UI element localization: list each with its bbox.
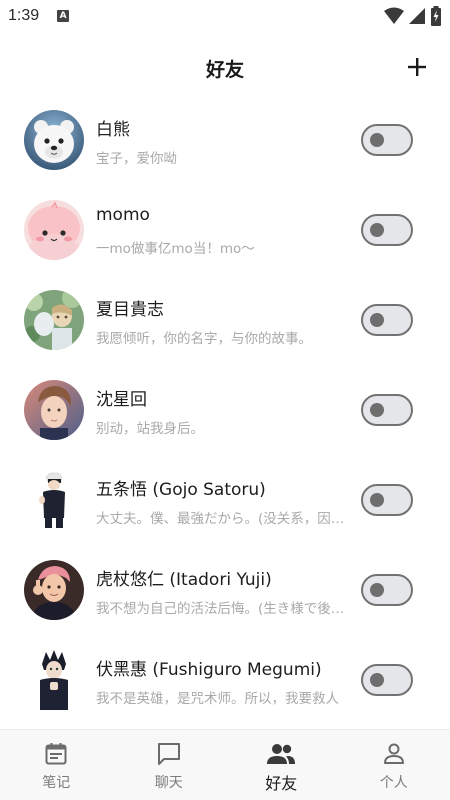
- friend-list[interactable]: 白熊 宝子，爱你呦 momo 一mo做事亿mo当！mo～ 夏目貴志 我愿倾听，你…: [0, 95, 450, 725]
- friend-name: 虎杖悠仁 (Itadori Yuji): [96, 570, 272, 590]
- chat-icon: [155, 740, 183, 768]
- friend-name: 白熊: [96, 120, 130, 140]
- toggle-knob: [370, 673, 384, 687]
- polar-bear-avatar[interactable]: [24, 110, 84, 170]
- nav-item-profile[interactable]: 个人: [338, 730, 450, 800]
- friend-toggle[interactable]: [361, 214, 413, 246]
- friend-toggle[interactable]: [361, 574, 413, 606]
- toggle-knob: [370, 223, 384, 237]
- toggle-knob: [370, 313, 384, 327]
- bottom-nav: 笔记 聊天 好友 个人: [0, 729, 450, 800]
- friend-status: 我不想为自己的活法后悔。(生き様で後悔はしたくない): [96, 601, 348, 617]
- wifi-icon: [384, 7, 404, 29]
- cellular-signal-icon: [408, 7, 426, 29]
- person-icon: [380, 740, 408, 768]
- friend-status: 一mo做事亿mo当！mo～: [96, 241, 255, 257]
- nav-label: 笔记: [42, 775, 71, 791]
- nav-label: 好友: [265, 774, 298, 793]
- friend-name: 伏黑惠 (Fushiguro Megumi): [96, 660, 322, 680]
- app-header: 好友: [0, 48, 450, 88]
- toggle-knob: [370, 403, 384, 417]
- toggle-knob: [370, 133, 384, 147]
- friend-status: 大丈夫。僕、最強だから。(没关系，因为我是最强的): [96, 511, 348, 527]
- list-item[interactable]: 五条悟 (Gojo Satoru) 大丈夫。僕、最強だから。(没关系，因为我是最…: [0, 455, 450, 545]
- natsume-avatar[interactable]: [24, 290, 84, 350]
- friend-status: 我愿倾听，你的名字，与你的故事。: [96, 331, 312, 347]
- status-bar: 1:39 A: [0, 0, 450, 32]
- nav-item-notes[interactable]: 笔记: [0, 730, 113, 800]
- toggle-knob: [370, 493, 384, 507]
- friend-status: 别动，站我身后。: [96, 421, 204, 437]
- friend-toggle[interactable]: [361, 304, 413, 336]
- list-item[interactable]: 沈星回 别动，站我身后。: [0, 365, 450, 455]
- nav-label: 个人: [379, 775, 408, 791]
- friend-toggle[interactable]: [361, 664, 413, 696]
- friend-name: 夏目貴志: [96, 300, 164, 320]
- list-item[interactable]: 虎杖悠仁 (Itadori Yuji) 我不想为自己的活法后悔。(生き様で後悔は…: [0, 545, 450, 635]
- friend-status: 宝子，爱你呦: [96, 151, 177, 167]
- friend-toggle[interactable]: [361, 484, 413, 516]
- status-icons: [384, 6, 442, 30]
- notes-icon: [42, 740, 70, 768]
- nav-item-friends[interactable]: 好友: [225, 730, 338, 800]
- shen-xinghui-avatar[interactable]: [24, 380, 84, 440]
- list-item[interactable]: 白熊 宝子，爱你呦: [0, 95, 450, 185]
- friend-status: 我不是英雄，是咒术师。所以，我要救人: [96, 691, 339, 707]
- friend-toggle[interactable]: [361, 124, 413, 156]
- friend-toggle[interactable]: [361, 394, 413, 426]
- battery-charging-icon: [430, 6, 442, 30]
- itadori-avatar[interactable]: [24, 560, 84, 620]
- notification-icon: A: [57, 10, 70, 22]
- toggle-knob: [370, 583, 384, 597]
- list-item[interactable]: momo 一mo做事亿mo当！mo～: [0, 185, 450, 275]
- fushiguro-avatar[interactable]: [24, 650, 84, 710]
- pink-blob-avatar[interactable]: [24, 200, 84, 260]
- add-friend-button[interactable]: [402, 52, 432, 82]
- page-title: 好友: [205, 58, 244, 81]
- nav-item-chat[interactable]: 聊天: [113, 730, 226, 800]
- friend-name: 五条悟 (Gojo Satoru): [96, 480, 266, 500]
- status-time: 1:39: [8, 7, 40, 24]
- list-item[interactable]: 夏目貴志 我愿倾听，你的名字，与你的故事。: [0, 275, 450, 365]
- plus-icon: [408, 58, 426, 76]
- friend-name: 沈星回: [96, 390, 147, 410]
- friends-icon: [267, 740, 296, 768]
- gojo-avatar[interactable]: [24, 470, 84, 530]
- list-item[interactable]: 伏黑惠 (Fushiguro Megumi) 我不是英雄，是咒术师。所以，我要救…: [0, 635, 450, 725]
- nav-label: 聊天: [154, 775, 183, 791]
- friend-name: momo: [96, 205, 150, 225]
